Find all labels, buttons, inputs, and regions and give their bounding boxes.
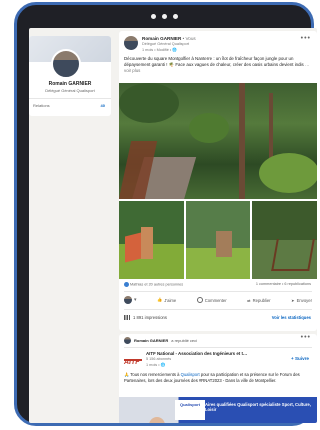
- post-body: Découverte du square Montgolfier à Nante…: [124, 56, 304, 68]
- author-name-text[interactable]: Romain GARNIER: [142, 36, 181, 41]
- org-logo[interactable]: AITF: [124, 351, 142, 366]
- camera-dot: [173, 14, 178, 19]
- author-meta: • Vous: [182, 36, 196, 41]
- chevron-down-icon: ▾: [134, 297, 137, 303]
- like-label: J'aime: [164, 297, 177, 303]
- screen: Romain GARNIER Délégué Général Qualispor…: [29, 28, 317, 423]
- tree-trunk: [239, 83, 245, 199]
- camera-dot: [151, 14, 156, 19]
- mention-link[interactable]: Qualisport: [181, 372, 200, 377]
- post-text-before: 🙏 Tous nos remerciements à: [124, 372, 180, 377]
- playground-tower: [141, 227, 153, 259]
- profile-card[interactable]: Romain GARNIER Délégué Général Qualispor…: [29, 36, 111, 116]
- avatar[interactable]: [51, 49, 81, 79]
- send-icon: ➤: [291, 297, 295, 303]
- profile-name[interactable]: Romain GARNIER: [29, 81, 111, 87]
- playground-structure: [215, 231, 232, 257]
- post-actions: ▾ 👍 J'aime Commenter ⇄ Republier ➤ Envoyer: [124, 295, 312, 305]
- like-reaction-icon: [124, 282, 129, 287]
- post-photo-main[interactable]: [119, 83, 317, 199]
- comment-repost-counts[interactable]: 1 commentaire • 6 republications: [256, 282, 311, 286]
- org-name[interactable]: AITF National - Association des Ingénieu…: [146, 351, 247, 356]
- foliage: [119, 83, 179, 123]
- view-stats-link[interactable]: Voir les statistiques: [272, 315, 311, 320]
- author-title: Délégué Général Qualisport: [142, 42, 190, 46]
- bar-chart-icon: [124, 315, 130, 320]
- divider: [124, 309, 312, 310]
- send-button[interactable]: ➤ Envoyer: [291, 298, 312, 303]
- fern-leaf: [189, 113, 229, 143]
- camera-dot: [162, 14, 167, 19]
- repost-label: Republier: [252, 297, 271, 303]
- author-name[interactable]: Romain GARNIER • Vous: [142, 36, 196, 41]
- impressions: 1 891 impressions: [124, 315, 167, 320]
- post-photo-thumb[interactable]: [119, 201, 184, 279]
- repost-icon: ⇄: [247, 297, 251, 303]
- railing: [271, 239, 316, 271]
- comment-button[interactable]: Commenter: [196, 297, 227, 303]
- banner-logo: Qualisport: [175, 400, 205, 420]
- post-time: 1 mois • 🌐: [146, 363, 166, 367]
- comment-label: Commenter: [204, 297, 227, 303]
- post-photo-thumb[interactable]: [185, 201, 251, 279]
- repost-label: a republié ceci: [171, 338, 198, 343]
- more-menu-icon[interactable]: •••: [301, 334, 311, 341]
- actor-switcher[interactable]: ▾: [124, 296, 137, 304]
- post-time: 1 mois • Modifié • 🌐: [142, 48, 178, 52]
- camera-dots: [151, 14, 178, 19]
- org-followers: 5 156 abonnés: [146, 357, 172, 361]
- like-button[interactable]: 👍 J'aime: [157, 297, 176, 303]
- impressions-text: 1 891 impressions: [133, 315, 167, 320]
- banner-text: Aires qualifiées Qualisport spécialiste …: [205, 402, 311, 413]
- logo-underline: [124, 359, 142, 361]
- reactions-summary[interactable]: Mathias et 20 autres personnes: [124, 282, 183, 287]
- author-avatar[interactable]: [124, 36, 138, 50]
- divider: [124, 347, 312, 348]
- more-menu-icon[interactable]: •••: [301, 35, 311, 42]
- feed-post: Romain GARNIER • Vous Délégué Général Qu…: [119, 31, 317, 331]
- reactions-text[interactable]: Mathias et 20 autres personnes: [130, 283, 183, 287]
- post-text: 🙏 Tous nos remerciements à Qualisport po…: [124, 372, 312, 384]
- repost-button[interactable]: ⇄ Republier: [247, 298, 270, 303]
- post-photo-thumb[interactable]: [252, 201, 317, 279]
- profile-stat-label[interactable]: Relations: [33, 103, 50, 108]
- tablet-frame: Romain GARNIER Délégué Général Qualispor…: [14, 2, 317, 426]
- avatar[interactable]: [124, 337, 131, 344]
- send-label: Envoyer: [296, 297, 312, 303]
- avatar: [124, 296, 132, 304]
- fern-leaf: [259, 153, 317, 193]
- profile-stat-value[interactable]: 40: [101, 103, 105, 108]
- reposter-name[interactable]: Romain GARNIER: [134, 338, 168, 343]
- repost-header: Romain GARNIER a republié ceci: [124, 337, 197, 344]
- divider: [124, 291, 312, 292]
- person-photo: [149, 417, 165, 423]
- thumbs-up-icon: 👍: [157, 297, 163, 302]
- post-photo-grid: [119, 201, 317, 279]
- profile-title: Délégué Général Qualisport: [45, 88, 95, 93]
- divider: [29, 98, 111, 99]
- follow-button[interactable]: + Suivre: [291, 356, 309, 361]
- comment-icon: [196, 297, 203, 303]
- post-photo[interactable]: Qualisport Aires qualifiées Qualisport s…: [119, 397, 317, 423]
- post-text: Découverte du square Montgolfier à Nante…: [124, 56, 312, 75]
- feed-post-repost: Romain GARNIER a republié ceci ••• AITF A…: [119, 334, 317, 423]
